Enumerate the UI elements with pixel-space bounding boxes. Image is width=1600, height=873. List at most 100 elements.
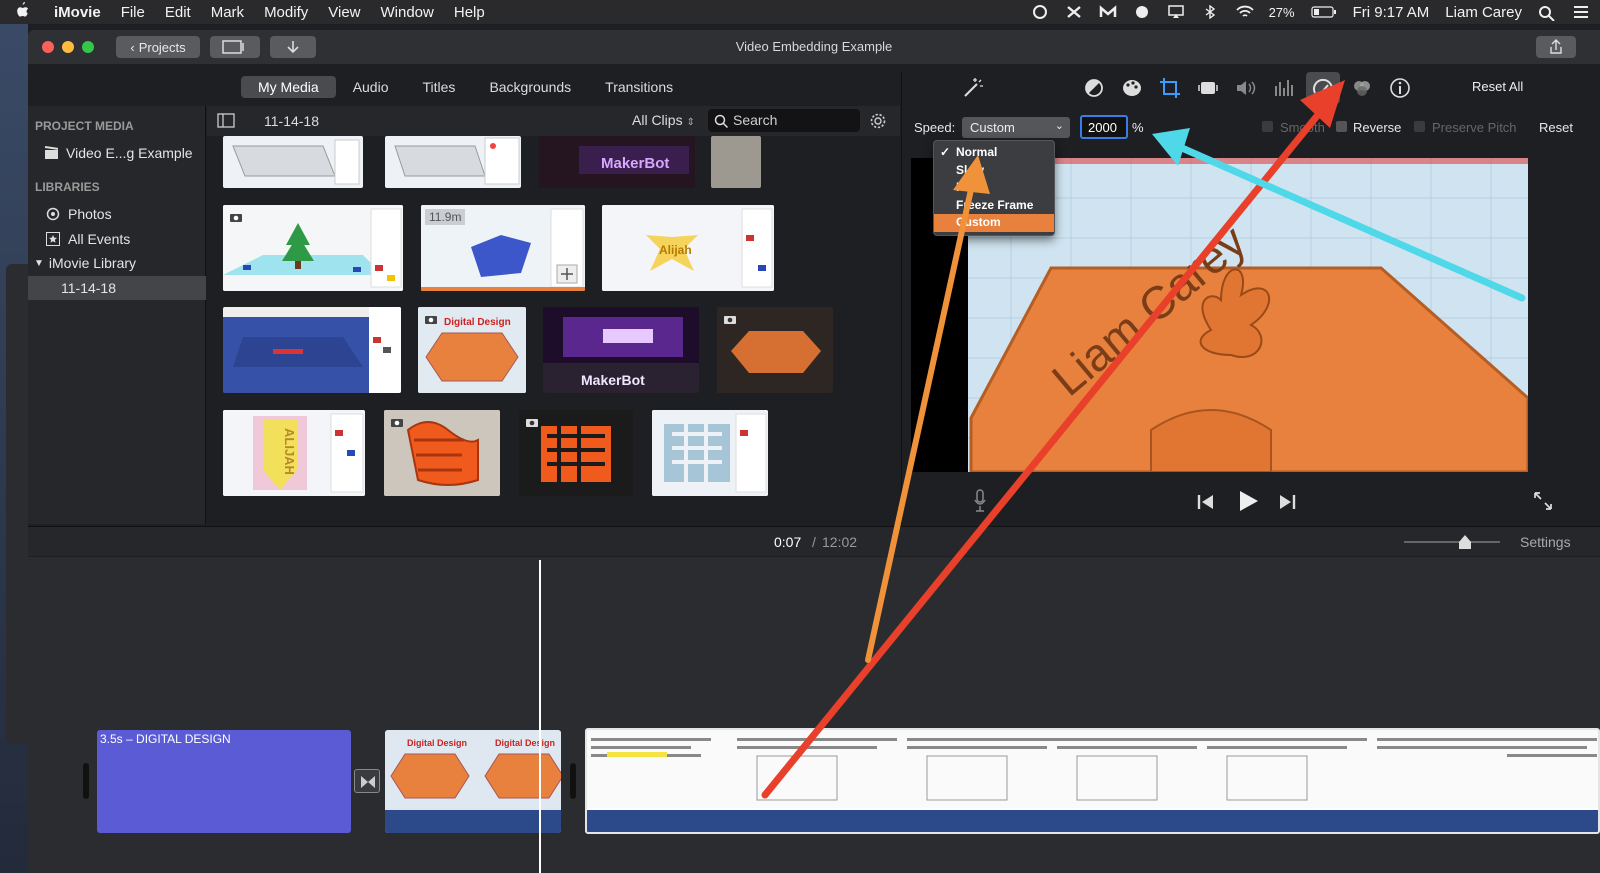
camera-icon [425, 316, 437, 324]
zoom-slider-thumb[interactable] [1458, 534, 1472, 550]
media-thumbnail[interactable] [711, 136, 761, 188]
malwarebytes-icon[interactable] [1099, 5, 1117, 19]
smooth-checkbox[interactable] [1262, 121, 1273, 132]
stabilization-camera-icon[interactable] [1196, 76, 1220, 100]
preserve-pitch-checkbox[interactable] [1414, 121, 1425, 132]
tab-backgrounds[interactable]: Backgrounds [472, 76, 588, 98]
clip-filter-icon[interactable] [1350, 76, 1374, 100]
gear-icon[interactable] [868, 111, 888, 131]
media-thumbnail[interactable] [385, 136, 521, 188]
media-thumbnail[interactable]: MakerBot [543, 307, 699, 393]
wifi-icon[interactable] [1235, 5, 1254, 19]
sidebar-item-all-events[interactable]: All Events [28, 227, 206, 251]
zoom-slider-track[interactable] [1404, 541, 1500, 543]
transition-bowtie-icon [361, 776, 375, 788]
crop-icon[interactable] [1158, 76, 1182, 100]
macos-menu-bar: iMovie File Edit Mark Modify View Window… [0, 0, 1600, 24]
media-thumbnail[interactable] [223, 205, 403, 291]
media-thumbnail[interactable] [223, 307, 401, 393]
tab-audio[interactable]: Audio [336, 76, 406, 98]
skip-forward-icon[interactable] [1277, 492, 1297, 512]
sidebar-item-event-11-14-18[interactable]: 11-14-18 [28, 276, 206, 300]
media-thumbnail[interactable] [519, 410, 633, 496]
menu-app-name[interactable]: iMovie [44, 4, 111, 21]
menu-edit[interactable]: Edit [155, 4, 201, 21]
playhead[interactable] [539, 560, 541, 873]
sidebar-toggle-icon[interactable] [217, 113, 235, 128]
media-thumbnail[interactable]: Digital Design [418, 307, 526, 393]
updown-chevron-icon: ⇕ [686, 117, 695, 128]
timeline-settings-button[interactable]: Settings [1520, 534, 1600, 550]
menu-mark[interactable]: Mark [201, 4, 254, 21]
media-thumbnail[interactable]: Alijah [602, 205, 774, 291]
info-icon[interactable] [1388, 76, 1412, 100]
clip-trim-handle[interactable] [83, 763, 89, 799]
search-field[interactable]: Search [708, 109, 860, 132]
skip-back-icon[interactable] [1196, 492, 1216, 512]
volume-icon[interactable] [1234, 76, 1258, 100]
sidebar-item-photos[interactable]: Photos [28, 202, 206, 226]
speed-option-slow[interactable]: Slow [934, 162, 1054, 180]
speed-option-freeze-frame[interactable]: Freeze Frame [934, 197, 1054, 215]
play-icon[interactable] [1235, 488, 1261, 514]
equalizer-icon[interactable] [1272, 76, 1296, 100]
sidebar-item-imovie-library[interactable]: ▼ iMovie Library [28, 251, 206, 275]
menu-clock[interactable]: Fri 9:17 AM [1353, 4, 1430, 21]
menu-file[interactable]: File [111, 4, 155, 21]
menu-help[interactable]: Help [444, 4, 495, 21]
screen-recording-clip[interactable] [585, 728, 1600, 834]
speed-select-value: Custom [970, 120, 1015, 135]
tab-transitions[interactable]: Transitions [588, 76, 690, 98]
sidebar-item-project[interactable]: Video E...g Example [28, 141, 206, 165]
magic-wand-icon[interactable] [960, 76, 984, 100]
microphone-icon[interactable] [972, 488, 988, 514]
clip-filter-value: All Clips [632, 112, 683, 128]
media-thumbnail[interactable] [652, 410, 768, 496]
creative-cloud-icon[interactable] [1031, 5, 1049, 19]
media-thumbnail[interactable] [717, 307, 833, 393]
speed-button[interactable] [1306, 72, 1340, 104]
speed-select[interactable]: Custom ⌄ [962, 117, 1070, 138]
fullscreen-icon[interactable] [1532, 490, 1554, 512]
reverse-checkbox[interactable] [1336, 121, 1347, 132]
tab-my-media[interactable]: My Media [241, 76, 336, 98]
media-thumbnail[interactable]: ALIJAH [223, 410, 365, 496]
reset-all-button[interactable]: Reset All [1472, 79, 1523, 94]
clip-filter-select[interactable]: All Clips ⇕ [632, 112, 695, 128]
media-thumbnail[interactable] [223, 136, 363, 188]
menu-user[interactable]: Liam Carey [1445, 4, 1522, 21]
gear-tool-icon[interactable] [1065, 5, 1083, 19]
title-clip[interactable]: 3.5s – DIGITAL DESIGN [97, 730, 351, 833]
media-thumbnail[interactable] [384, 410, 500, 496]
media-thumbnail[interactable]: MakerBot [539, 136, 695, 188]
notification-center-icon[interactable] [1572, 5, 1590, 19]
makerbot-label: MakerBot [581, 372, 645, 388]
digital-design-label: Digital Design [444, 317, 511, 328]
menu-modify[interactable]: Modify [254, 4, 318, 21]
menu-window[interactable]: Window [371, 4, 444, 21]
menu-view[interactable]: View [318, 4, 370, 21]
airplay-icon[interactable] [1167, 5, 1185, 19]
speed-option-fast[interactable]: Fast [934, 179, 1054, 197]
speed-option-normal[interactable]: ✓ Normal [934, 144, 1054, 162]
evernote-icon[interactable] [1133, 5, 1151, 19]
battery-icon[interactable] [1310, 5, 1337, 19]
disclosure-triangle-icon[interactable]: ▼ [34, 258, 44, 269]
bluetooth-icon[interactable] [1201, 4, 1219, 20]
clip-trim-handle[interactable] [570, 763, 576, 799]
timeline: 3.5s – DIGITAL DESIGN Digital Design Dig… [28, 557, 1600, 873]
speed-option-fast-label: Fast [956, 180, 981, 194]
sidebar-event-label: 11-14-18 [61, 280, 117, 296]
tab-titles[interactable]: Titles [406, 76, 473, 98]
share-button[interactable] [1536, 36, 1576, 58]
speed-option-custom[interactable]: Custom [934, 214, 1054, 232]
apple-menu-icon[interactable] [0, 1, 44, 24]
spotlight-search-icon[interactable] [1538, 5, 1556, 22]
transition-marker[interactable] [354, 769, 380, 793]
reset-speed-button[interactable]: Reset [1539, 120, 1579, 135]
color-correction-palette-icon[interactable] [1120, 76, 1144, 100]
media-thumbnail[interactable]: 11.9m [421, 205, 585, 291]
speed-percent-input[interactable]: 2000 [1080, 115, 1128, 139]
color-balance-icon[interactable] [1082, 76, 1106, 100]
video-clip[interactable]: Digital Design Digital Design [385, 730, 561, 833]
